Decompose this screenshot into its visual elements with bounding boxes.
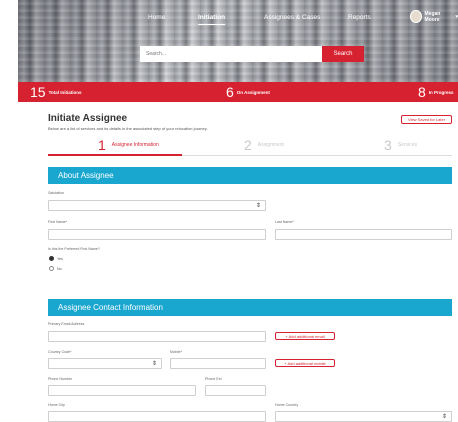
phone-ext-field[interactable]: [205, 385, 266, 396]
preferred-name-question: Is this the Preferred First Name?: [48, 247, 100, 251]
radio-unselected-icon: [49, 266, 54, 271]
add-mobile-button[interactable]: + Add additional mobile: [275, 359, 335, 367]
top-nav: Home Initiation Assignees & Cases Report…: [18, 0, 458, 34]
search-button[interactable]: Search: [322, 46, 364, 62]
home-country-label: Home Country: [275, 403, 299, 407]
phone-number-label: Phone Number: [48, 377, 73, 381]
select-arrows-icon: ⇕: [441, 414, 447, 420]
country-code-label: Country Code*: [48, 350, 72, 354]
stats-bar: 15 Total Initiations 6 On Assignment 8 I…: [18, 82, 458, 102]
step-number: 3: [384, 137, 392, 153]
user-name: Megan Moore: [424, 10, 441, 23]
stat-in-progress[interactable]: 8 In Progress: [418, 82, 454, 102]
last-name-field[interactable]: [275, 229, 452, 240]
radio-selected-icon: [49, 256, 54, 261]
section-contact-information: Assignee Contact Information: [48, 299, 452, 316]
first-name-field[interactable]: [48, 229, 266, 240]
last-name-label: Last Name*: [275, 220, 294, 224]
email-field[interactable]: [48, 331, 266, 342]
step-label: Assignment: [257, 142, 284, 148]
search-bar: Search: [140, 46, 364, 62]
stat-total-initiations[interactable]: 15 Total Initiations: [30, 82, 82, 102]
radio-label: No: [57, 266, 62, 271]
add-email-button[interactable]: + Add additional email: [275, 332, 335, 340]
stepper: 1 Assignee Information 2 Assignment 3 Se…: [48, 134, 452, 156]
section-about-assignee: About Assignee: [48, 167, 452, 184]
nav-initiation[interactable]: Initiation: [198, 14, 226, 25]
nav-reports[interactable]: Reports: [348, 14, 371, 21]
stat-on-assignment[interactable]: 6 On Assignment: [226, 82, 270, 102]
radio-label: Yes: [57, 256, 63, 261]
user-menu[interactable]: Megan Moore ▾: [410, 10, 458, 23]
page-title: Initiate Assignee: [48, 113, 128, 124]
view-saved-button[interactable]: View Saved for Later: [401, 115, 452, 124]
nav-assignees-cases[interactable]: Assignees & Cases: [264, 14, 320, 21]
stat-value: 8: [418, 84, 426, 100]
step-progress-track: [182, 155, 452, 156]
search-input[interactable]: [140, 46, 322, 62]
step-services[interactable]: 3 Services: [384, 134, 417, 156]
radio-no[interactable]: No: [49, 266, 62, 271]
select-arrows-icon: ⇕: [255, 203, 261, 209]
home-city-label: Home City: [48, 403, 65, 407]
step-assignment[interactable]: 2 Assignment: [244, 134, 284, 156]
step-label: Services: [397, 142, 417, 148]
home-city-field[interactable]: [48, 411, 266, 422]
step-label: Assignee Information: [111, 142, 159, 148]
stat-label: Total Initiations: [48, 89, 82, 95]
home-country-select[interactable]: ⇕: [275, 411, 452, 422]
country-code-select[interactable]: ⇕: [48, 358, 162, 369]
step-progress-active: [48, 154, 182, 156]
select-arrows-icon: ⇕: [151, 361, 157, 367]
radio-yes[interactable]: Yes: [49, 256, 63, 261]
mobile-label: Mobile*: [170, 350, 182, 354]
phone-ext-label: Phone Ext: [205, 377, 222, 381]
step-assignee-information[interactable]: 1 Assignee Information: [98, 134, 159, 156]
stat-label: On Assignment: [236, 89, 270, 95]
stat-value: 15: [30, 84, 46, 100]
first-name-label: First Name*: [48, 220, 67, 224]
phone-number-field[interactable]: [48, 385, 196, 396]
salutation-label: Salutation: [48, 191, 64, 195]
avatar: [410, 10, 422, 23]
email-label: Primary Email Address: [48, 322, 85, 326]
stat-value: 6: [226, 84, 234, 100]
salutation-select[interactable]: ⇕: [48, 200, 266, 211]
mobile-field[interactable]: [170, 358, 266, 369]
step-number: 1: [98, 137, 106, 153]
page-subtitle: Below are a list of services and its det…: [48, 126, 208, 131]
page: Home Initiation Assignees & Cases Report…: [18, 0, 458, 422]
nav-home[interactable]: Home: [148, 14, 165, 21]
step-number: 2: [244, 137, 252, 153]
stat-label: In Progress: [428, 89, 454, 95]
